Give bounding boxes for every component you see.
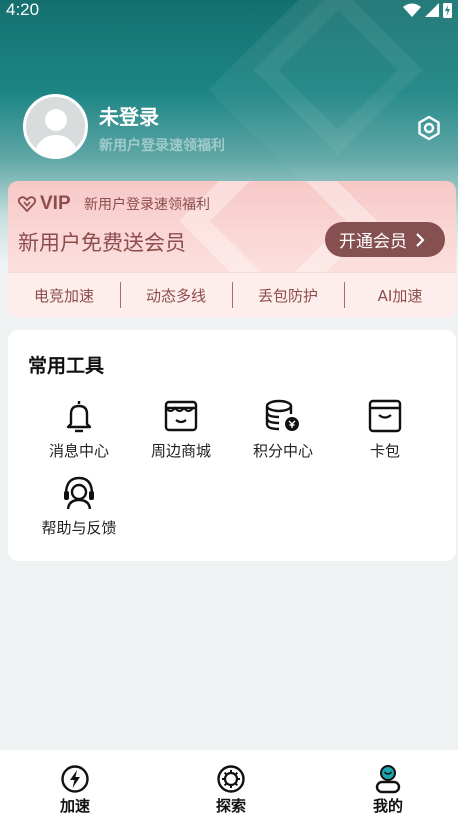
- wifi-icon: [403, 3, 421, 17]
- status-bar: 4:20: [0, 0, 458, 20]
- vip-feature-ai: AI加速: [344, 282, 456, 308]
- vip-features: 电竞加速 动态多线 丢包防护 AI加速: [8, 272, 456, 318]
- user-icon: [375, 765, 401, 794]
- coins-icon: [265, 399, 299, 431]
- nav-label: 探索: [215, 797, 246, 815]
- nav-mine[interactable]: 我的: [348, 764, 428, 816]
- tool-label: 周边商城: [150, 442, 211, 460]
- vip-card[interactable]: VIP 新用户登录速领福利 新用户免费送会员 开通会员 电竞加速 动态多线 丢包…: [8, 181, 456, 318]
- settings-hexagon-icon[interactable]: [416, 115, 442, 141]
- shop-icon: [164, 400, 198, 432]
- vip-brand: VIP: [18, 193, 71, 215]
- nav-label: 我的: [372, 797, 403, 815]
- vip-brand-text: VIP: [40, 193, 71, 214]
- bottom-nav: 加速 探索 我的: [0, 749, 458, 820]
- vip-title: 新用户免费送会员: [18, 231, 186, 255]
- avatar-head: [45, 109, 67, 131]
- tool-help-feedback[interactable]: 帮助与反馈: [29, 475, 129, 538]
- tool-points-center[interactable]: 积分中心: [233, 398, 333, 461]
- battery-icon: [443, 3, 452, 18]
- nav-label: 加速: [59, 797, 90, 815]
- chevron-right-icon: [416, 232, 425, 247]
- lightning-icon: [61, 765, 89, 793]
- vip-tag: 新用户登录速领福利: [84, 197, 210, 213]
- tool-message-center[interactable]: 消息中心: [29, 398, 129, 461]
- status-icons: [403, 2, 452, 18]
- vip-feature-packetloss: 丢包防护: [232, 282, 344, 308]
- signal-icon: [425, 3, 439, 17]
- vip-feature-esports: 电竞加速: [33, 287, 94, 305]
- open-membership-label: 开通会员: [339, 232, 407, 252]
- tool-shop[interactable]: 周边商城: [131, 398, 231, 461]
- nav-accelerate[interactable]: 加速: [35, 764, 115, 816]
- login-hint: 新用户登录速领福利: [99, 138, 225, 154]
- open-membership-button[interactable]: 开通会员: [325, 222, 445, 257]
- wallet-icon: [368, 399, 402, 433]
- nav-explore[interactable]: 探索: [191, 764, 271, 816]
- status-time: 4:20: [6, 0, 40, 19]
- heart-icon: [18, 196, 36, 212]
- tool-label: 消息中心: [48, 442, 109, 460]
- gear-explore-icon: [217, 765, 245, 793]
- tool-label: 积分中心: [252, 442, 313, 460]
- tool-card-wallet[interactable]: 卡包: [335, 398, 435, 461]
- tool-label: 卡包: [369, 442, 400, 460]
- tools-title: 常用工具: [28, 355, 105, 377]
- avatar[interactable]: [23, 94, 88, 159]
- headset-icon: [64, 476, 94, 510]
- username[interactable]: 未登录: [99, 101, 159, 130]
- bell-icon: [66, 401, 92, 433]
- tools-card: 常用工具 消息中心 周边商城 积分中心 卡包 帮助与反馈: [8, 330, 456, 561]
- vip-feature-multiline: 动态多线: [120, 282, 232, 308]
- tool-label: 帮助与反馈: [41, 519, 117, 537]
- avatar-body: [34, 135, 78, 156]
